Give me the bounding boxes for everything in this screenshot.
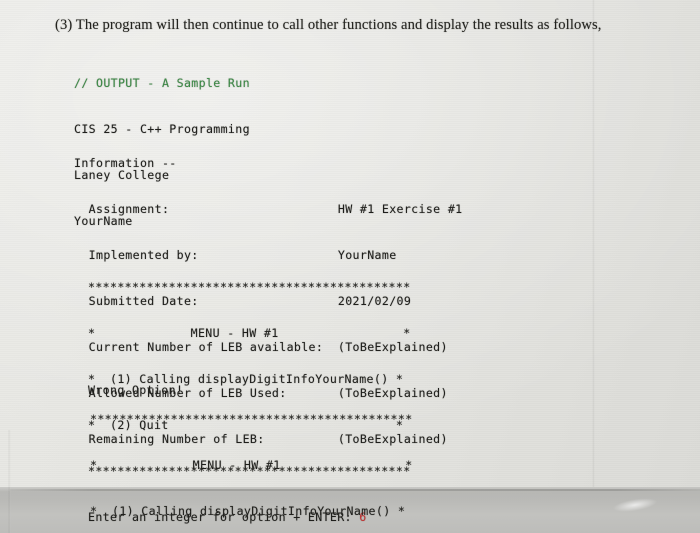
photographed-page: (3) The program will then continue to ca… <box>0 0 700 533</box>
menu-title-row: * MENU - HW #1 * <box>88 325 411 340</box>
information-title: Information -- <box>74 155 177 170</box>
intro-paragraph: (3) The program will then continue to ca… <box>55 17 602 33</box>
menu-title-row: * MENU - HW #1 * <box>90 457 413 472</box>
menu-block-second: ****************************************… <box>90 381 413 533</box>
info-row: Assignment: HW #1 Exercise #1 <box>74 201 463 216</box>
output-comment-line: // OUTPUT - A Sample Run <box>74 75 250 90</box>
menu-option-1-row: * (1) Calling displayDigitInfoYourName()… <box>90 503 406 518</box>
menu-border-top: ****************************************… <box>88 279 411 294</box>
document-content: (3) The program will then continue to ca… <box>0 0 700 533</box>
menu-border-top: ****************************************… <box>90 411 413 426</box>
